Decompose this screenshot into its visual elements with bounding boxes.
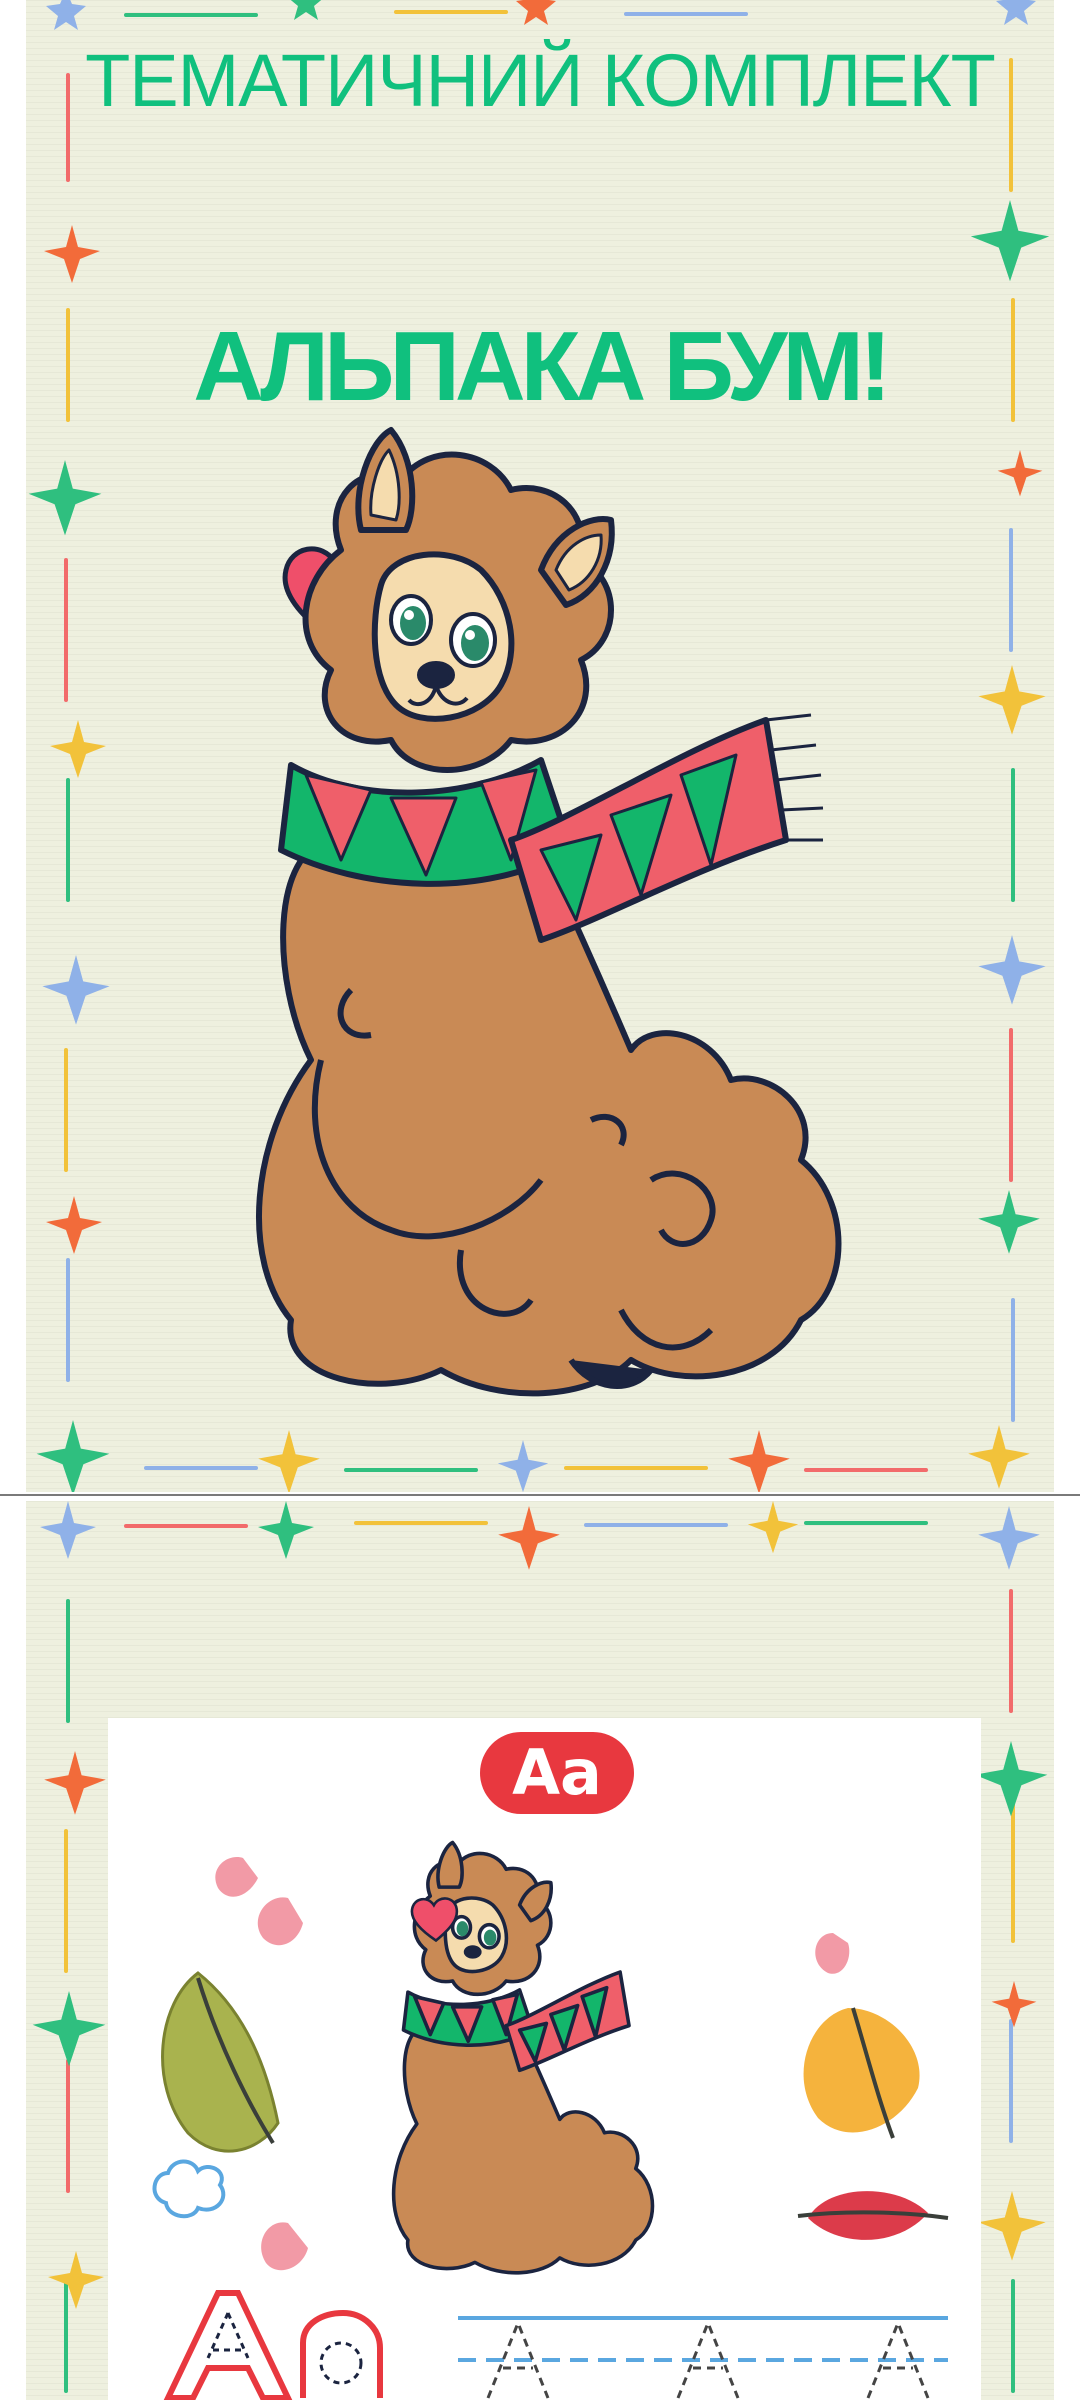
series-title: ТЕМАТИЧНИЙ КОМПЛЕКТ <box>85 39 996 122</box>
letter-tracing-area <box>163 2290 948 2400</box>
leaf-icon <box>797 1933 949 2240</box>
main-title: АЛЬПАКА БУМ! <box>193 311 891 421</box>
cover-page: ТЕМАТИЧНИЙ КОМПЛЕКТ АЛЬПАКА БУМ! <box>26 0 1054 1492</box>
worksheet-card: Aa <box>108 1718 981 2400</box>
leaf-icon <box>152 1857 308 2271</box>
heart-icon <box>410 1897 459 1943</box>
letter-badge: Aa <box>480 1732 634 1814</box>
worksheet-page: Aa <box>26 1501 1054 2400</box>
alpaca-with-scarf-illustration <box>256 427 842 1397</box>
page-divider <box>0 1494 1080 1496</box>
